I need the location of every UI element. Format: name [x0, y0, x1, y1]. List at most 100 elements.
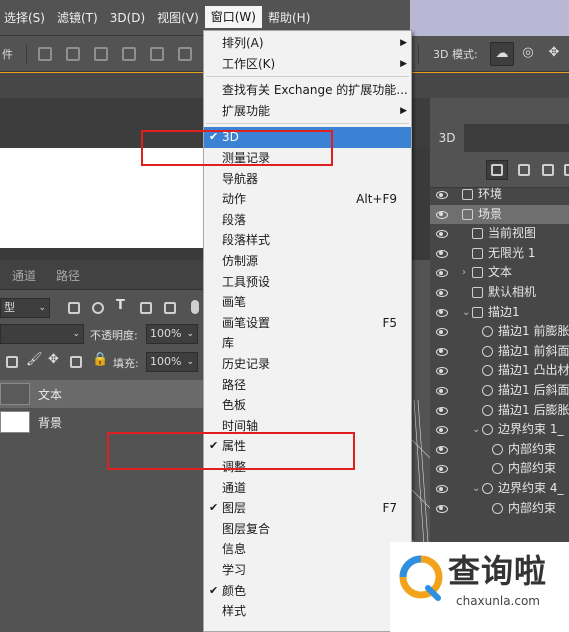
align-bottom-icon[interactable]: [94, 47, 108, 61]
orbit-3d-icon[interactable]: ☁: [490, 42, 514, 66]
align-left-icon[interactable]: [122, 47, 136, 61]
lock-transparent-icon[interactable]: [6, 356, 18, 368]
menu-item[interactable]: 历史记录: [204, 354, 411, 375]
filter-shape-icon[interactable]: [140, 302, 152, 314]
lock-move-icon[interactable]: ✥: [48, 352, 59, 367]
filter-adjust-icon[interactable]: [92, 302, 104, 314]
visibility-eye-icon[interactable]: [436, 366, 448, 376]
tree-expand-icon[interactable]: ›: [462, 263, 466, 283]
menu-item[interactable]: 扩展功能 ▶: [204, 101, 411, 122]
tree-expand-icon[interactable]: ⌄: [462, 303, 470, 323]
fill-value: 100%: [150, 355, 182, 368]
layer-row[interactable]: 文本: [0, 380, 205, 408]
tree-expand-icon[interactable]: ⌄: [472, 479, 480, 499]
roll-3d-icon[interactable]: ◎: [516, 42, 540, 66]
scene-tree-item[interactable]: 无限光 1: [430, 244, 569, 264]
menu-item[interactable]: 导航器: [204, 169, 411, 190]
menu-window[interactable]: 窗口(W): [204, 5, 262, 28]
scene-tree-item[interactable]: 内部约束: [430, 440, 569, 460]
menu-item[interactable]: 通道: [204, 478, 411, 499]
opacity-input[interactable]: 100% ⌄: [146, 324, 198, 344]
menu-item[interactable]: 库: [204, 333, 411, 354]
visibility-eye-icon[interactable]: [436, 425, 448, 435]
menu-item[interactable]: 工作区(K) ▶: [204, 54, 411, 75]
align-hcenter-icon[interactable]: [150, 47, 164, 61]
menu-item[interactable]: 画笔: [204, 292, 411, 313]
scene-tree-item[interactable]: 描边1 后膨胀: [430, 401, 569, 421]
scene-tree-item[interactable]: ⌄ 边界约束 1_: [430, 420, 569, 440]
menu-item[interactable]: ✔ 图层 F7: [204, 498, 411, 519]
menu-item[interactable]: ✔颜色F: [204, 581, 411, 602]
scene-tree-item[interactable]: 内部约束: [430, 459, 569, 479]
visibility-eye-icon[interactable]: [436, 268, 448, 278]
menu-item[interactable]: 动作 Alt+F9: [204, 189, 411, 210]
tab-channels[interactable]: 通道: [12, 267, 36, 284]
visibility-eye-icon[interactable]: [436, 347, 448, 356]
layer-filter-select[interactable]: 型 ⌄: [0, 298, 50, 318]
menu-item[interactable]: 图层复合: [204, 519, 411, 540]
lock-paint-icon[interactable]: 🖌: [26, 352, 43, 367]
scene-tree-item[interactable]: 环境: [430, 185, 569, 205]
visibility-eye-icon[interactable]: [436, 308, 448, 317]
visibility-eye-icon[interactable]: [436, 288, 448, 297]
menu-item[interactable]: 样式: [204, 601, 411, 622]
menu-filter[interactable]: 滤镜(T): [51, 7, 104, 29]
scene-tree-item[interactable]: 内部约束: [430, 499, 569, 519]
filter-pixel-icon[interactable]: [68, 302, 80, 314]
menu-3d[interactable]: 3D(D): [104, 7, 151, 29]
visibility-eye-icon[interactable]: [436, 484, 448, 493]
scene-tree-item[interactable]: ⌄ 边界约束 4_: [430, 479, 569, 499]
tab-3d[interactable]: 3D: [430, 124, 464, 152]
menu-item[interactable]: 仿制源: [204, 251, 411, 272]
tree-expand-icon[interactable]: ⌄: [472, 420, 480, 440]
filter-smart-icon[interactable]: [164, 302, 176, 314]
material-filter-icon[interactable]: [542, 164, 554, 176]
mesh-filter-icon[interactable]: [518, 164, 530, 176]
align-right-icon[interactable]: [178, 47, 192, 61]
fill-input[interactable]: 100% ⌄: [146, 352, 198, 372]
filter-toggle-icon[interactable]: [191, 300, 199, 314]
visibility-eye-icon[interactable]: [436, 504, 448, 513]
visibility-eye-icon[interactable]: [436, 210, 448, 219]
lock-artboard-icon[interactable]: [70, 356, 82, 368]
scene-tree-item[interactable]: 当前视图: [430, 224, 569, 244]
lock-all-icon[interactable]: 🔒: [92, 352, 108, 367]
menu-item[interactable]: 信息F: [204, 539, 411, 560]
scene-tree-item[interactable]: 描边1 前膨胀: [430, 322, 569, 342]
visibility-eye-icon[interactable]: [436, 327, 448, 337]
blend-mode-select[interactable]: ⌄: [0, 324, 84, 344]
scene-tree-item[interactable]: › 文本: [430, 263, 569, 283]
window-menu-dropdown: 排列(A) ▶ 工作区(K) ▶ 查找有关 Exchange 的扩展功能... 扩展功能 ▶…: [203, 30, 412, 632]
menu-item[interactable]: 查找有关 Exchange 的扩展功能...: [204, 80, 411, 101]
scene-tree-item[interactable]: 描边1 前斜面: [430, 342, 569, 362]
pan-3d-icon[interactable]: ✥: [542, 42, 566, 66]
menu-view[interactable]: 视图(V): [151, 7, 205, 29]
menu-help[interactable]: 帮助(H): [262, 7, 316, 29]
light-filter-icon[interactable]: [564, 164, 569, 176]
menu-item[interactable]: 学习: [204, 560, 411, 581]
menu-item[interactable]: 工具预设: [204, 272, 411, 293]
scene-tree-item[interactable]: ⌄ 描边1: [430, 303, 569, 323]
menu-item[interactable]: 段落样式: [204, 230, 411, 251]
filter-type-icon[interactable]: T: [116, 298, 125, 313]
menu-item[interactable]: 段落: [204, 210, 411, 231]
menu-item[interactable]: 路径: [204, 375, 411, 396]
scene-tree-item[interactable]: 描边1 后斜面: [430, 381, 569, 401]
visibility-eye-icon[interactable]: [436, 386, 448, 395]
scene-tree-item[interactable]: 默认相机: [430, 283, 569, 303]
menu-item[interactable]: 排列(A) ▶: [204, 33, 411, 54]
tab-paths[interactable]: 路径: [56, 267, 80, 284]
visibility-eye-icon[interactable]: [436, 445, 448, 454]
visibility-eye-icon[interactable]: [436, 464, 448, 474]
align-vcenter-icon[interactable]: [66, 47, 80, 61]
visibility-eye-icon[interactable]: [436, 406, 448, 415]
scene-tree-item[interactable]: 描边1 凸出材: [430, 361, 569, 381]
menu-select[interactable]: 选择(S): [0, 7, 51, 29]
menu-item[interactable]: 画笔设置 F5: [204, 313, 411, 334]
scene-tree-item[interactable]: 场景: [430, 204, 569, 225]
visibility-eye-icon[interactable]: [436, 190, 448, 199]
visibility-eye-icon[interactable]: [436, 249, 448, 258]
visibility-eye-icon[interactable]: [436, 229, 448, 239]
menu-item[interactable]: 色板: [204, 395, 411, 416]
align-top-icon[interactable]: [38, 47, 52, 61]
